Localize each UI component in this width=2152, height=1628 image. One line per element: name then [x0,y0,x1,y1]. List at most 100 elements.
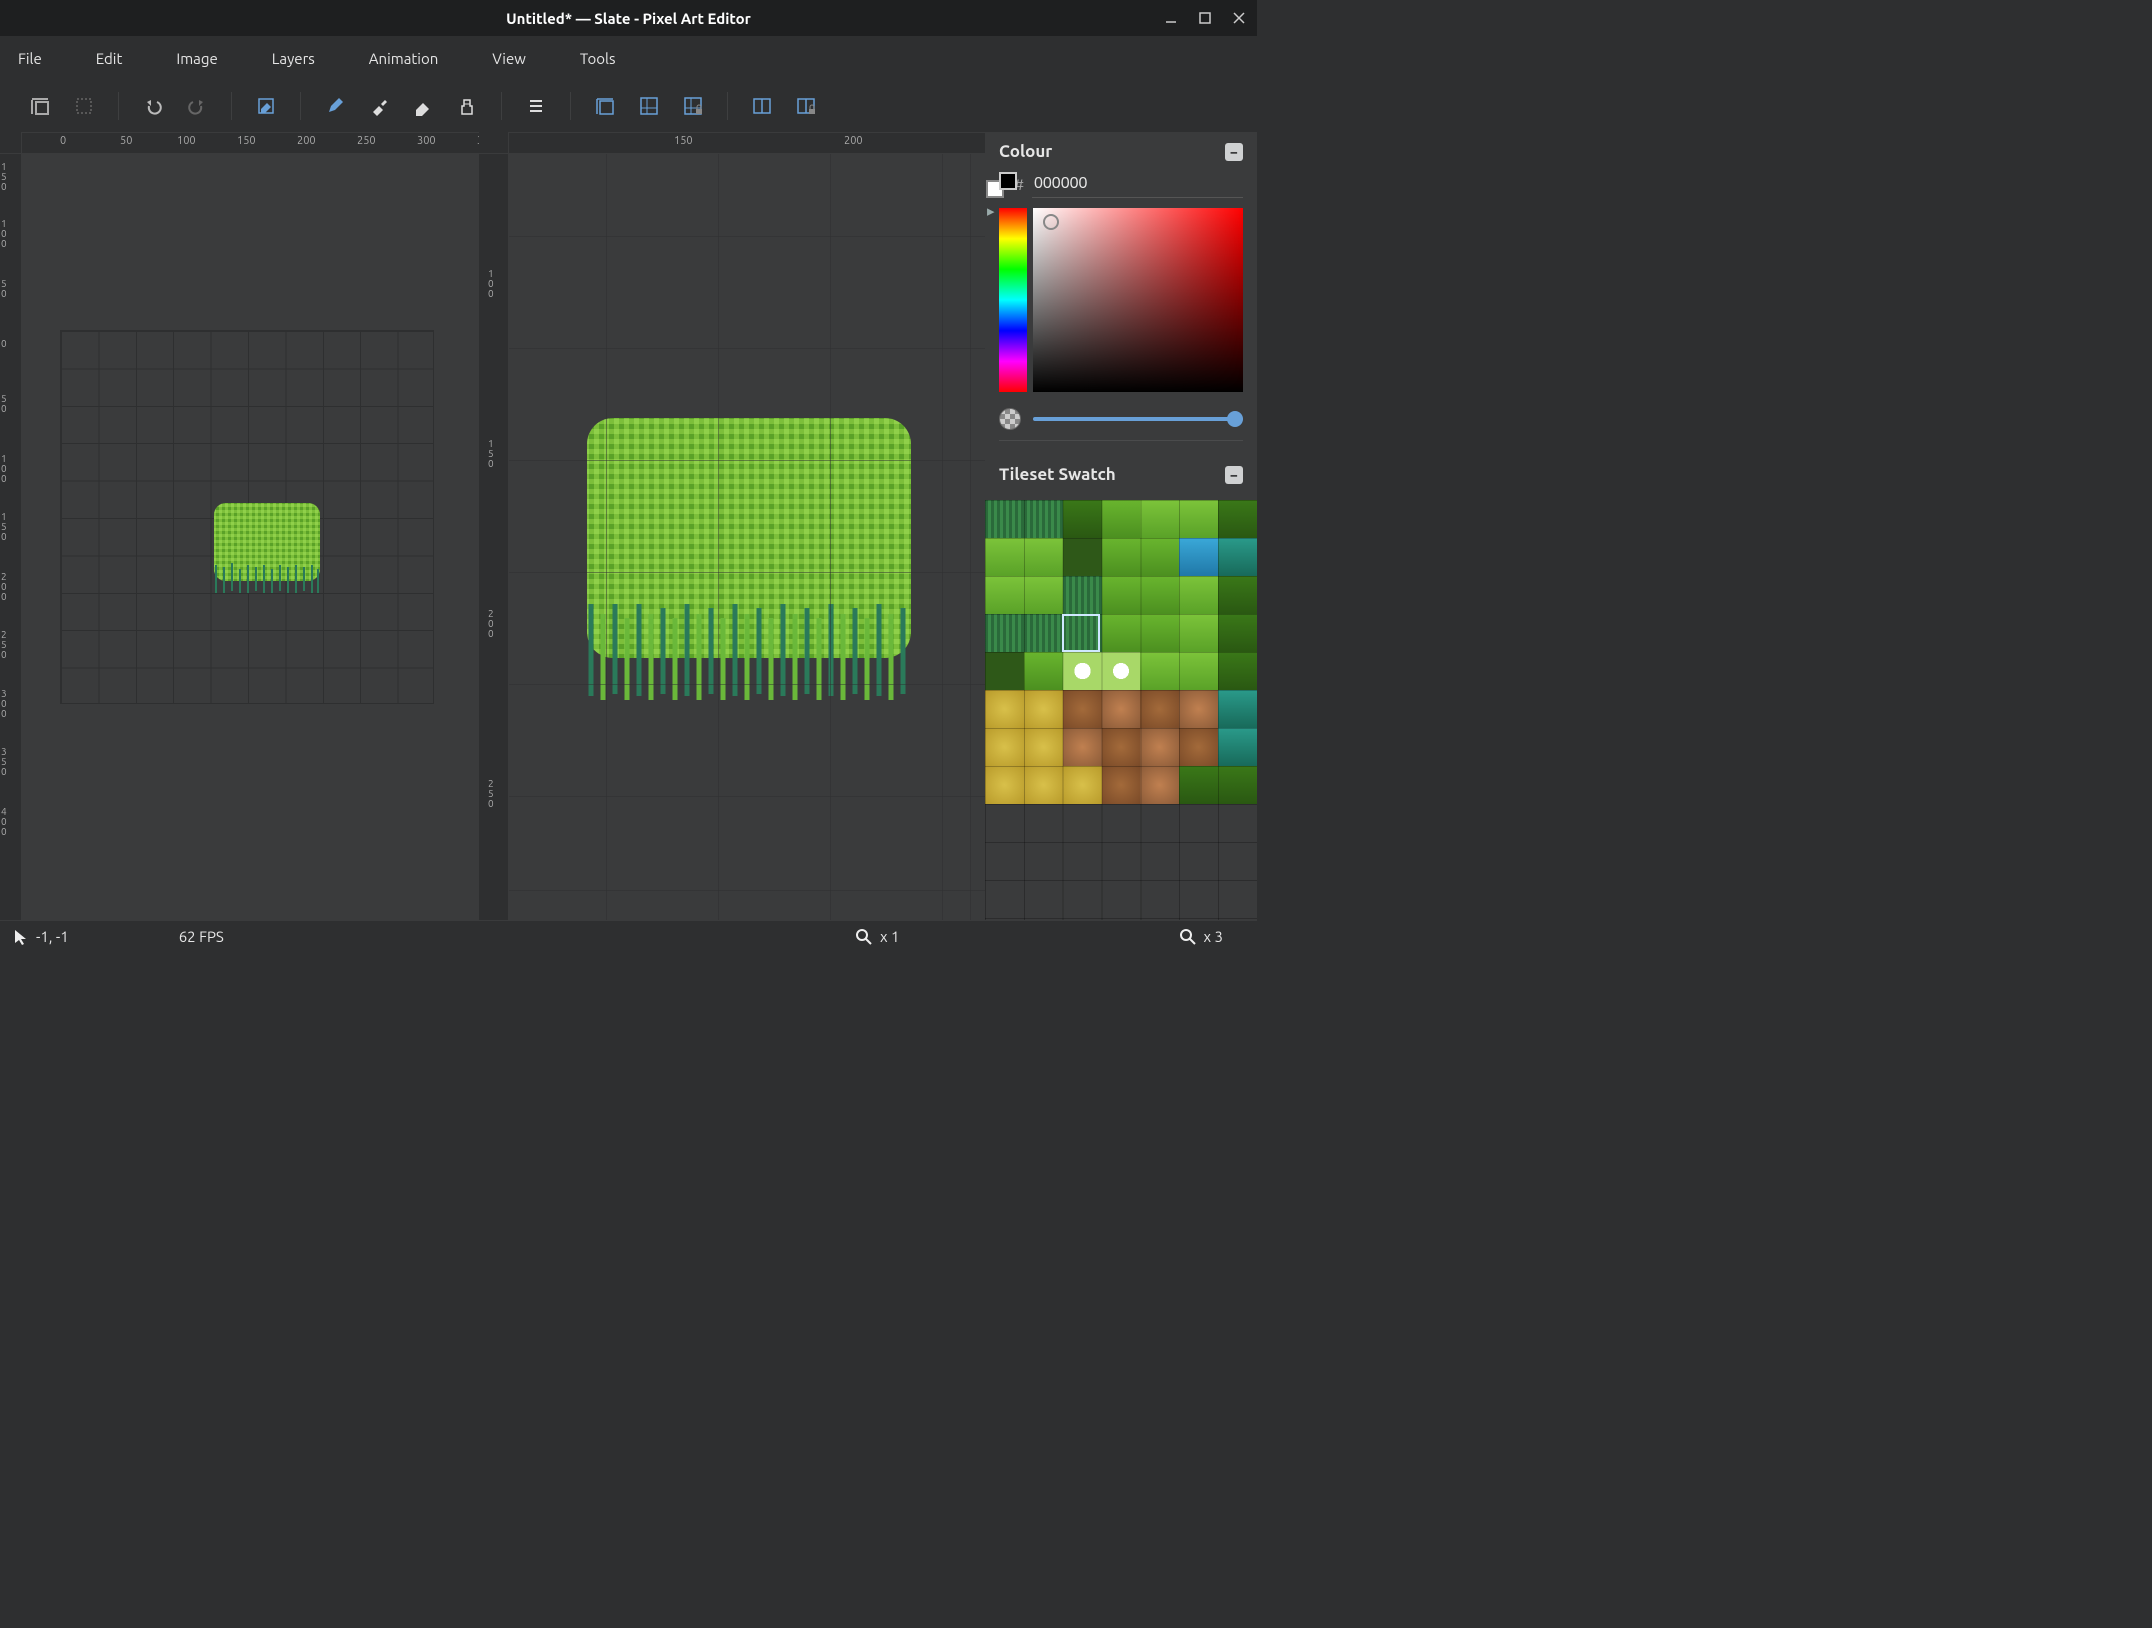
image-size-button[interactable] [62,88,106,124]
vertical-ruler-left[interactable]: 150 100 50 0 50 100 150 200 250 300 350 … [0,154,22,920]
eyedropper-tool[interactable] [357,88,401,124]
tile[interactable] [1024,538,1063,576]
tile[interactable] [1140,500,1179,538]
foreground-colour[interactable] [999,172,1017,190]
tile[interactable] [1140,538,1179,576]
tile[interactable] [1063,728,1102,766]
menu-layers[interactable]: Layers [262,46,325,71]
tile[interactable] [1102,728,1141,766]
tile[interactable] [1218,576,1257,614]
tile[interactable] [1102,690,1141,728]
tile[interactable] [1063,766,1102,804]
tile[interactable] [1179,576,1218,614]
alpha-thumb[interactable] [1227,411,1243,427]
tile[interactable] [1063,576,1102,614]
tile[interactable] [1179,500,1218,538]
mode-button[interactable] [244,88,288,124]
tile[interactable] [1140,766,1179,804]
tile[interactable] [1140,652,1179,690]
lock-guides-button[interactable] [671,88,715,124]
tile[interactable] [1024,614,1063,652]
close-button[interactable] [1233,12,1249,24]
tile[interactable] [1179,690,1218,728]
canvas-size-button[interactable] [18,88,62,124]
tile[interactable] [985,728,1024,766]
tile[interactable] [985,500,1024,538]
tile[interactable] [1024,652,1063,690]
tile[interactable] [1218,728,1257,766]
fill-tool[interactable] [445,88,489,124]
saturation-value-box[interactable] [1033,208,1243,392]
tileset-grid[interactable] [985,500,1257,920]
tile[interactable] [1063,500,1102,538]
tile[interactable] [1179,766,1218,804]
tile[interactable] [1102,766,1141,804]
tile[interactable] [1102,614,1141,652]
tile[interactable] [1024,576,1063,614]
hue-slider[interactable] [999,208,1027,392]
tile[interactable] [1218,766,1257,804]
maximize-button[interactable] [1199,12,1215,24]
tile[interactable] [1218,500,1257,538]
menu-image[interactable]: Image [166,46,227,71]
alpha-slider[interactable] [1033,417,1243,421]
split-view-button[interactable] [740,88,784,124]
tile[interactable] [1024,766,1063,804]
hex-input[interactable] [1032,171,1243,198]
eraser-tool[interactable] [401,88,445,124]
tile[interactable] [985,614,1024,652]
lock-splitter-button[interactable] [784,88,828,124]
tile[interactable] [1024,690,1063,728]
menu-animation[interactable]: Animation [359,46,449,71]
expand-arrow-icon[interactable]: ▸ [987,202,995,220]
minimize-button[interactable] [1165,12,1181,24]
tile[interactable] [985,766,1024,804]
horizontal-ruler-left[interactable]: 0 50 100 150 200 250 300 350 [22,132,479,154]
menu-edit[interactable]: Edit [86,46,133,71]
pane-splitter[interactable] [479,154,487,920]
show-guides-button[interactable] [627,88,671,124]
undo-button[interactable] [131,88,175,124]
tile[interactable] [1179,728,1218,766]
tile[interactable] [1063,652,1102,690]
tile[interactable] [1179,652,1218,690]
collapse-tileset-button[interactable]: − [1225,466,1243,484]
tile[interactable] [1024,728,1063,766]
tile[interactable] [985,576,1024,614]
tile[interactable] [1140,576,1179,614]
tile[interactable] [1102,500,1141,538]
menu-tools[interactable]: Tools [570,46,626,71]
horizontal-ruler-right[interactable]: 150 200 [509,132,985,154]
vertical-ruler-right[interactable]: 100 150 200 250 [487,154,509,920]
tile[interactable] [1140,614,1179,652]
tile[interactable] [1218,614,1257,652]
tile[interactable] [1218,690,1257,728]
tile[interactable] [1102,538,1141,576]
tile[interactable] [1063,690,1102,728]
canvas-pane-left[interactable] [22,154,479,920]
tile[interactable] [1102,576,1141,614]
pencil-tool[interactable] [313,88,357,124]
canvas-pane-right[interactable] [509,154,985,920]
tile[interactable] [1218,538,1257,576]
redo-button[interactable] [175,88,219,124]
tile[interactable] [1179,614,1218,652]
tile[interactable] [985,652,1024,690]
menu-file[interactable]: File [8,46,52,71]
tile[interactable] [1063,614,1102,652]
tile[interactable] [1218,652,1257,690]
fg-bg-swatch[interactable] [999,172,1004,198]
cursor-position: -1, -1 [36,928,69,945]
tile[interactable] [1179,538,1218,576]
collapse-colour-button[interactable]: − [1225,143,1243,161]
tile[interactable] [985,690,1024,728]
tool-size-button[interactable] [514,88,558,124]
show-rulers-button[interactable] [583,88,627,124]
tile[interactable] [1102,652,1141,690]
tile[interactable] [1024,500,1063,538]
tile[interactable] [1140,728,1179,766]
tile[interactable] [1063,538,1102,576]
menu-view[interactable]: View [482,46,536,71]
tile[interactable] [985,538,1024,576]
tile[interactable] [1140,690,1179,728]
